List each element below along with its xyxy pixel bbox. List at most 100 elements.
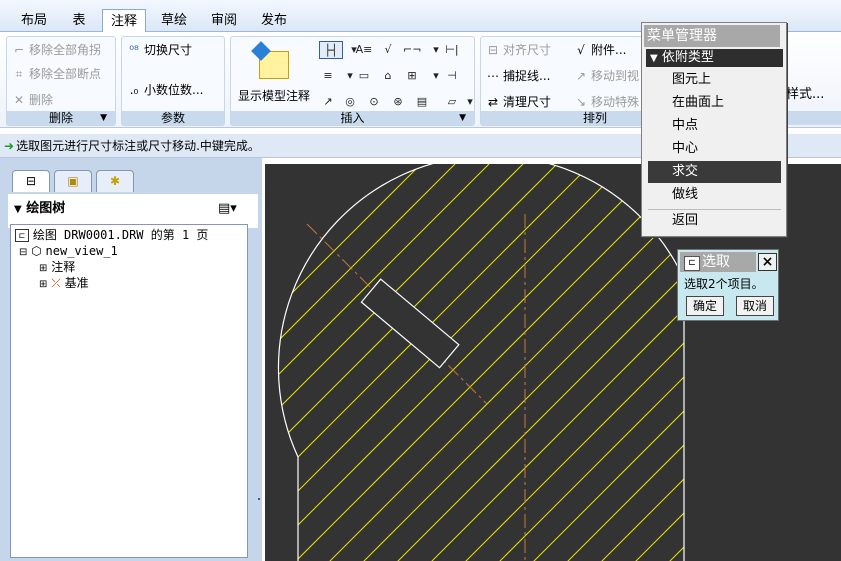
datum-icon: ⤫ [51, 276, 61, 290]
tree-annotations-node[interactable]: ⊞ 注释 [39, 259, 75, 275]
hatch-line [278, 163, 592, 561]
geometric-tolerance-icon[interactable]: ⌂ [379, 67, 397, 85]
params-group-title: 参数 [122, 111, 224, 125]
attachment-button[interactable]: √ 附件... [573, 41, 626, 59]
tab-favorites[interactable]: ✱ [96, 170, 134, 192]
delete-button[interactable]: ✕ 删除 [11, 91, 53, 109]
move-to-view-icon: ↗ [575, 69, 587, 83]
tab-review[interactable]: 审阅 [202, 9, 246, 32]
tree-view-node[interactable]: ⊟ ⬡ new_view_1 [19, 243, 118, 259]
baseline-icon[interactable]: ▭ [355, 67, 373, 85]
delete-group: ⌐ 移除全部角拐 ⌗ 移除全部断点 ✕ 删除 删除 ▼ [6, 36, 116, 126]
collapse-icon[interactable]: ⊟ [19, 247, 27, 258]
tab-sketch[interactable]: 草绘 [152, 9, 196, 32]
expand-icon[interactable]: ⊞ [39, 279, 47, 290]
tab-folder-browser[interactable]: ▣ [54, 170, 92, 192]
balloon-icon[interactable]: ◎ [341, 93, 359, 111]
attach-type-header[interactable]: ▼ 依附类型 [646, 49, 783, 67]
expand-icon[interactable]: ⊞ [39, 263, 47, 274]
hatch-line [278, 163, 490, 561]
tree-header: ▼ 绘图树 ▤▾ [8, 194, 258, 228]
symbol-icon[interactable]: ⊞ [403, 67, 421, 85]
attachment-icon: √ [577, 43, 585, 57]
tree-settings-icon[interactable]: ▤▾ [218, 198, 248, 220]
decimal-icon: .₀ [129, 83, 139, 97]
params-group: ⁰⁸ 切换尺寸 .₀ 小数位数... 参数 [121, 36, 225, 126]
tree-icon: ⊟ [25, 174, 37, 188]
toggle-dimension-button[interactable]: ⁰⁸ 切换尺寸 [126, 41, 192, 59]
hatch-line [278, 163, 422, 561]
decimal-places-button[interactable]: .₀ 小数位数... [126, 81, 204, 99]
keyway-slot[interactable] [360, 278, 460, 369]
hatch-line [278, 163, 388, 561]
collapse-icon[interactable]: ▼ [14, 204, 22, 215]
show-model-annotations-button[interactable]: 显示模型注释 [233, 41, 315, 107]
hatch-line [278, 163, 524, 561]
hatch-line [278, 163, 286, 561]
ordinate-icon[interactable]: ⌐¬ [403, 41, 421, 59]
menu-manager: 菜单管理器 ▼ 依附类型 图元上 在曲面上 中点 中心 求交 做线 返回 [641, 22, 787, 237]
close-icon[interactable]: × [758, 253, 777, 271]
cleanup-dimensions-button[interactable]: ⇄ 清理尺寸 [485, 93, 551, 111]
model-annotation-icon [251, 41, 289, 79]
menu-manager-title: 菜单管理器 [644, 25, 780, 47]
menu-item-make-line[interactable]: 做线 [648, 184, 781, 206]
tree-root[interactable]: ⊏ 绘图 DRW0001.DRW 的第 1 页 [15, 227, 208, 243]
select-dialog: ⊏ 选取 × 选取2个项目。 确定 取消 [677, 249, 779, 321]
dropdown-icon[interactable]: ▾ [461, 93, 479, 111]
reference-dim-icon[interactable]: ≡ [319, 67, 337, 85]
tab-layout[interactable]: 布局 [10, 9, 58, 32]
hatch-line [278, 163, 558, 561]
remove-all-breaks-button[interactable]: ⌗ 移除全部断点 [11, 65, 101, 83]
hatch-icon[interactable]: ▱ [443, 93, 461, 111]
target-icon[interactable]: ⊙ [365, 93, 383, 111]
menu-item-midpoint[interactable]: 中点 [648, 115, 781, 137]
remove-all-jogs-button[interactable]: ⌐ 移除全部角拐 [11, 41, 101, 59]
select-message: 选取2个项目。 [684, 277, 764, 291]
table-icon[interactable]: ▤ [413, 93, 431, 111]
collapse-icon: ▼ [650, 53, 658, 64]
tab-table[interactable]: 表 [62, 9, 96, 32]
datum-icon[interactable]: ⊢| [443, 41, 461, 59]
dimension-icon[interactable]: ├┤ [319, 41, 343, 59]
delete-icon: ✕ [13, 93, 25, 107]
delete-group-title: 删除 ▼ [7, 111, 115, 125]
note-icon[interactable]: A≡ [355, 41, 373, 59]
tab-annotate[interactable]: 注释 [102, 9, 146, 33]
menu-item-on-surface[interactable]: 在曲面上 [648, 92, 781, 114]
insert-group: 显示模型注释 ├┤ ▾ A≡ √ ⌐¬ ▾ ⊢| ≡ ▾ ▭ ⌂ ⊞ ▾ ⊣ ↗… [230, 36, 475, 126]
select-icon: ⊏ [684, 256, 700, 271]
select-dialog-title: ⊏ 选取 [680, 252, 756, 272]
menu-item-on-entity[interactable]: 图元上 [648, 69, 781, 91]
surface-finish-icon[interactable]: √ [379, 41, 397, 59]
style-button[interactable]: 样式... [786, 86, 824, 104]
section-outline[interactable] [277, 154, 685, 561]
splitter-handle[interactable] [258, 498, 260, 500]
insert-group-title: 插入 ▼ [231, 111, 474, 125]
group-expand-icon[interactable]: ▼ [459, 111, 466, 125]
tab-publish[interactable]: 发布 [252, 9, 296, 32]
menu-item-center[interactable]: 中心 [648, 138, 781, 160]
ok-button[interactable]: 确定 [686, 296, 724, 316]
hatch-line [817, 164, 841, 561]
drawing-icon: ⊏ [15, 229, 29, 242]
cleanup-icon: ⇄ [487, 95, 499, 109]
cancel-button[interactable]: 取消 [736, 296, 774, 316]
group-expand-icon[interactable]: ▼ [100, 111, 107, 125]
menu-item-return[interactable]: 返回 [648, 209, 781, 231]
weld-icon[interactable]: ⊛ [389, 93, 407, 111]
move-special-button[interactable]: ↘ 移动特殊 [573, 93, 639, 111]
break-icon: ⌗ [15, 67, 23, 81]
view-icon: ⬡ [31, 244, 42, 258]
navigator-panel: ⊟ ▣ ✱ ▼ 绘图树 ▤▾ ⊏ 绘图 DRW0001.DRW 的第 1 页 ⊟… [0, 158, 262, 561]
tree-datum-node[interactable]: ⊞ ⤫ 基准 [39, 275, 89, 291]
align-dimensions-button[interactable]: ⊟ 对齐尺寸 [485, 41, 551, 59]
tab-model-tree[interactable]: ⊟ [12, 170, 50, 192]
move-special-icon: ↘ [575, 95, 587, 109]
menu-item-intersect[interactable]: 求交 [648, 161, 781, 183]
leader-icon[interactable]: ↗ [319, 93, 337, 111]
star-icon: ✱ [109, 174, 121, 188]
axis-icon[interactable]: ⊣ [443, 67, 461, 85]
snap-lines-button[interactable]: ⋯ 捕捉线... [485, 67, 550, 85]
move-to-view-button[interactable]: ↗ 移动到视 [573, 67, 639, 85]
